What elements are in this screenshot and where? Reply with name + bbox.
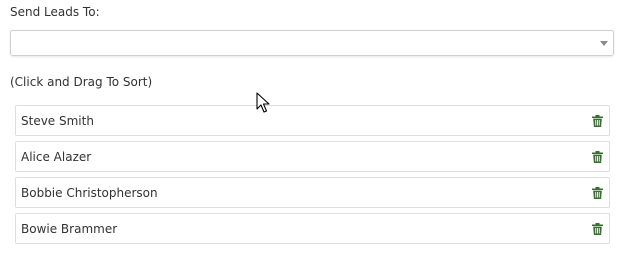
send-leads-select[interactable] bbox=[10, 30, 614, 56]
trash-icon[interactable] bbox=[592, 223, 603, 235]
trash-icon[interactable] bbox=[592, 151, 603, 163]
trash-icon[interactable] bbox=[592, 187, 603, 199]
list-item-label: Bobbie Christopherson bbox=[21, 186, 158, 200]
lead-routing-form: Send Leads To: (Click and Drag To Sort) … bbox=[0, 0, 634, 264]
send-leads-label: Send Leads To: bbox=[10, 5, 100, 19]
sortable-lead-list: Steve Smith Alice Alazer Bobbie Christop… bbox=[15, 105, 610, 249]
list-item[interactable]: Bobbie Christopherson bbox=[15, 177, 610, 208]
list-item-label: Steve Smith bbox=[21, 114, 94, 128]
trash-icon[interactable] bbox=[592, 115, 603, 127]
sort-hint: (Click and Drag To Sort) bbox=[10, 75, 153, 89]
list-item-label: Alice Alazer bbox=[21, 150, 92, 164]
chevron-down-icon[interactable] bbox=[600, 41, 608, 46]
list-item-label: Bowie Brammer bbox=[21, 222, 118, 236]
list-item[interactable]: Steve Smith bbox=[15, 105, 610, 136]
list-item[interactable]: Alice Alazer bbox=[15, 141, 610, 172]
list-item[interactable]: Bowie Brammer bbox=[15, 213, 610, 244]
